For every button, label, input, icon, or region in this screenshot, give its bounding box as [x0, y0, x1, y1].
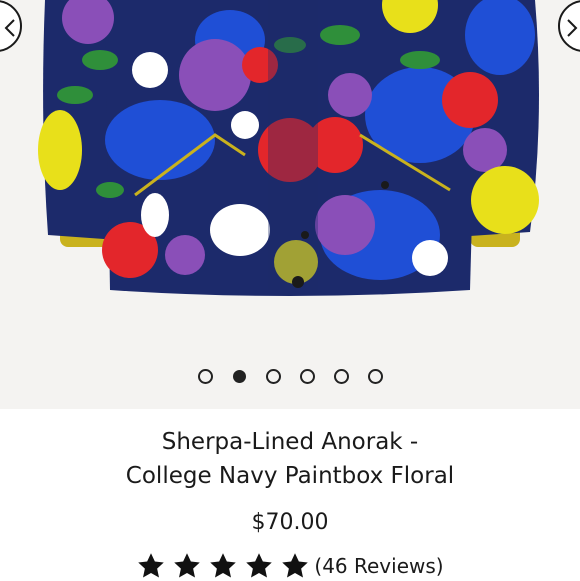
star-icon [174, 553, 201, 578]
carousel-dot-4[interactable] [299, 369, 315, 384]
carousel-dot-5[interactable] [333, 369, 349, 384]
product-photo [38, 0, 539, 296]
star-icon [210, 553, 237, 578]
carousel-dot-6[interactable] [367, 369, 383, 384]
product-image-gallery[interactable] [0, 0, 580, 409]
carousel-dot-3[interactable] [265, 369, 281, 384]
product-rating[interactable]: (46 Reviews) [0, 551, 580, 581]
star-icon [246, 553, 273, 578]
carousel-dot-2[interactable] [232, 370, 246, 383]
star-icon [282, 553, 309, 578]
product-title: Sherpa-Lined Anorak - College Navy Paint… [0, 425, 580, 493]
carousel-dot-1[interactable] [197, 369, 213, 384]
chevron-left-icon [4, 19, 15, 37]
chevron-right-icon [567, 19, 578, 37]
product-info: Sherpa-Lined Anorak - College Navy Paint… [0, 409, 580, 581]
product-title-line-2: College Navy Paintbox Floral [125, 463, 455, 489]
product-price: $70.00 [251, 510, 329, 535]
reviews-link[interactable]: (46 Reviews) [314, 554, 443, 578]
carousel-pagination [0, 369, 580, 384]
star-icon [138, 553, 165, 578]
product-title-line-1: Sherpa-Lined Anorak - [161, 429, 419, 455]
